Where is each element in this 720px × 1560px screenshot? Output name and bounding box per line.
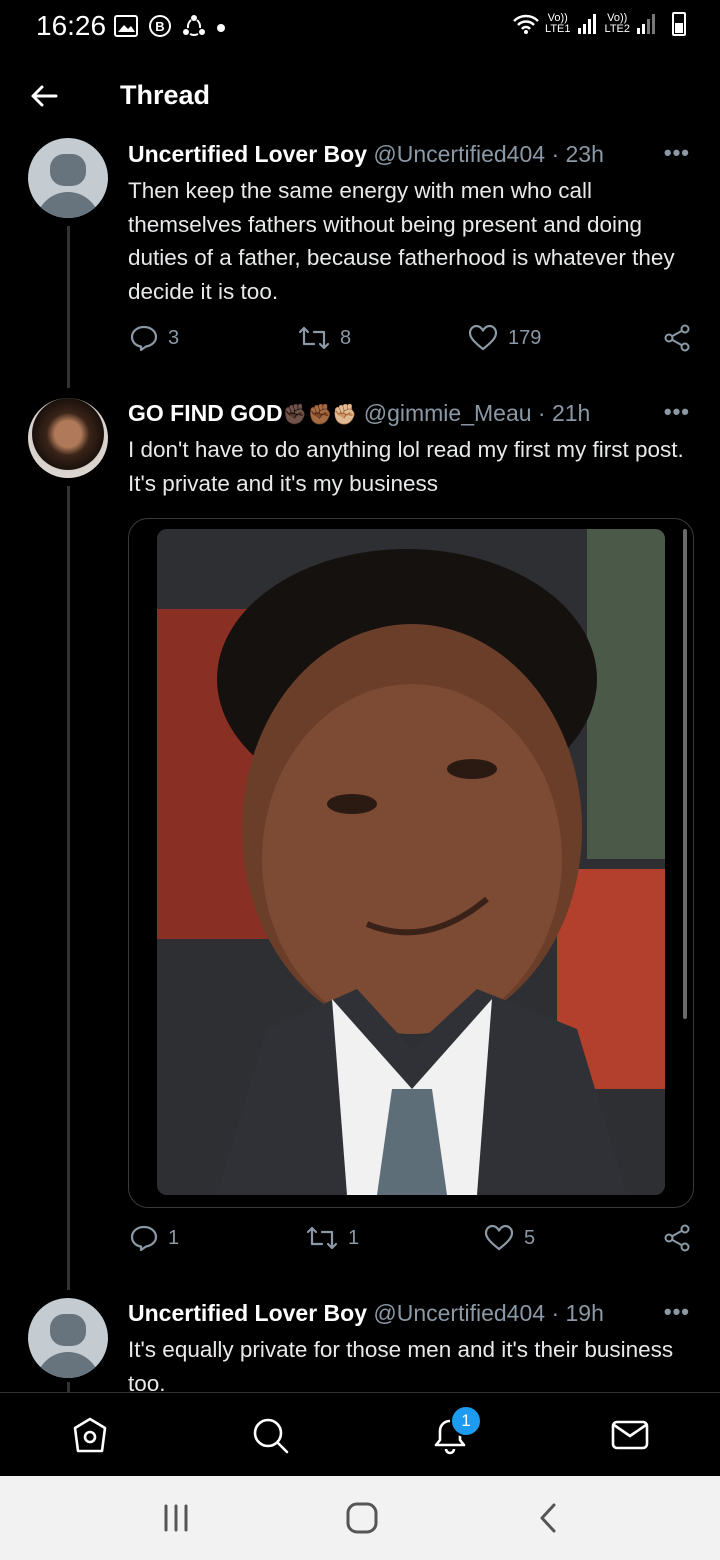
more-options-icon[interactable]: ••• (664, 1299, 690, 1325)
author-name[interactable]: Uncertified Lover Boy (128, 1300, 367, 1326)
home-button-icon[interactable] (344, 1502, 380, 1534)
tweet-text: It's equally private for those men and i… (128, 1337, 674, 1392)
recent-apps-icon[interactable] (160, 1502, 192, 1534)
author-handle-time: @Uncertified404 · 19h (373, 1300, 604, 1326)
back-button-icon[interactable] (534, 1502, 564, 1534)
home-icon[interactable] (70, 1415, 110, 1455)
screen: 16:26 B Vo)) LTE1 Vo)) LTE2 Thread Uncer… (0, 0, 720, 1560)
bottom-nav: 1 (0, 1392, 720, 1477)
avatar[interactable] (28, 1298, 108, 1378)
search-icon[interactable] (250, 1415, 290, 1455)
notification-badge: 1 (450, 1405, 482, 1437)
tweet[interactable]: Uncertified Lover Boy @Uncertified404 · … (0, 0, 720, 1392)
messages-icon[interactable] (610, 1415, 650, 1455)
tweet-header: Uncertified Lover Boy @Uncertified404 · … (128, 1299, 604, 1327)
system-nav-bar (0, 1476, 720, 1560)
